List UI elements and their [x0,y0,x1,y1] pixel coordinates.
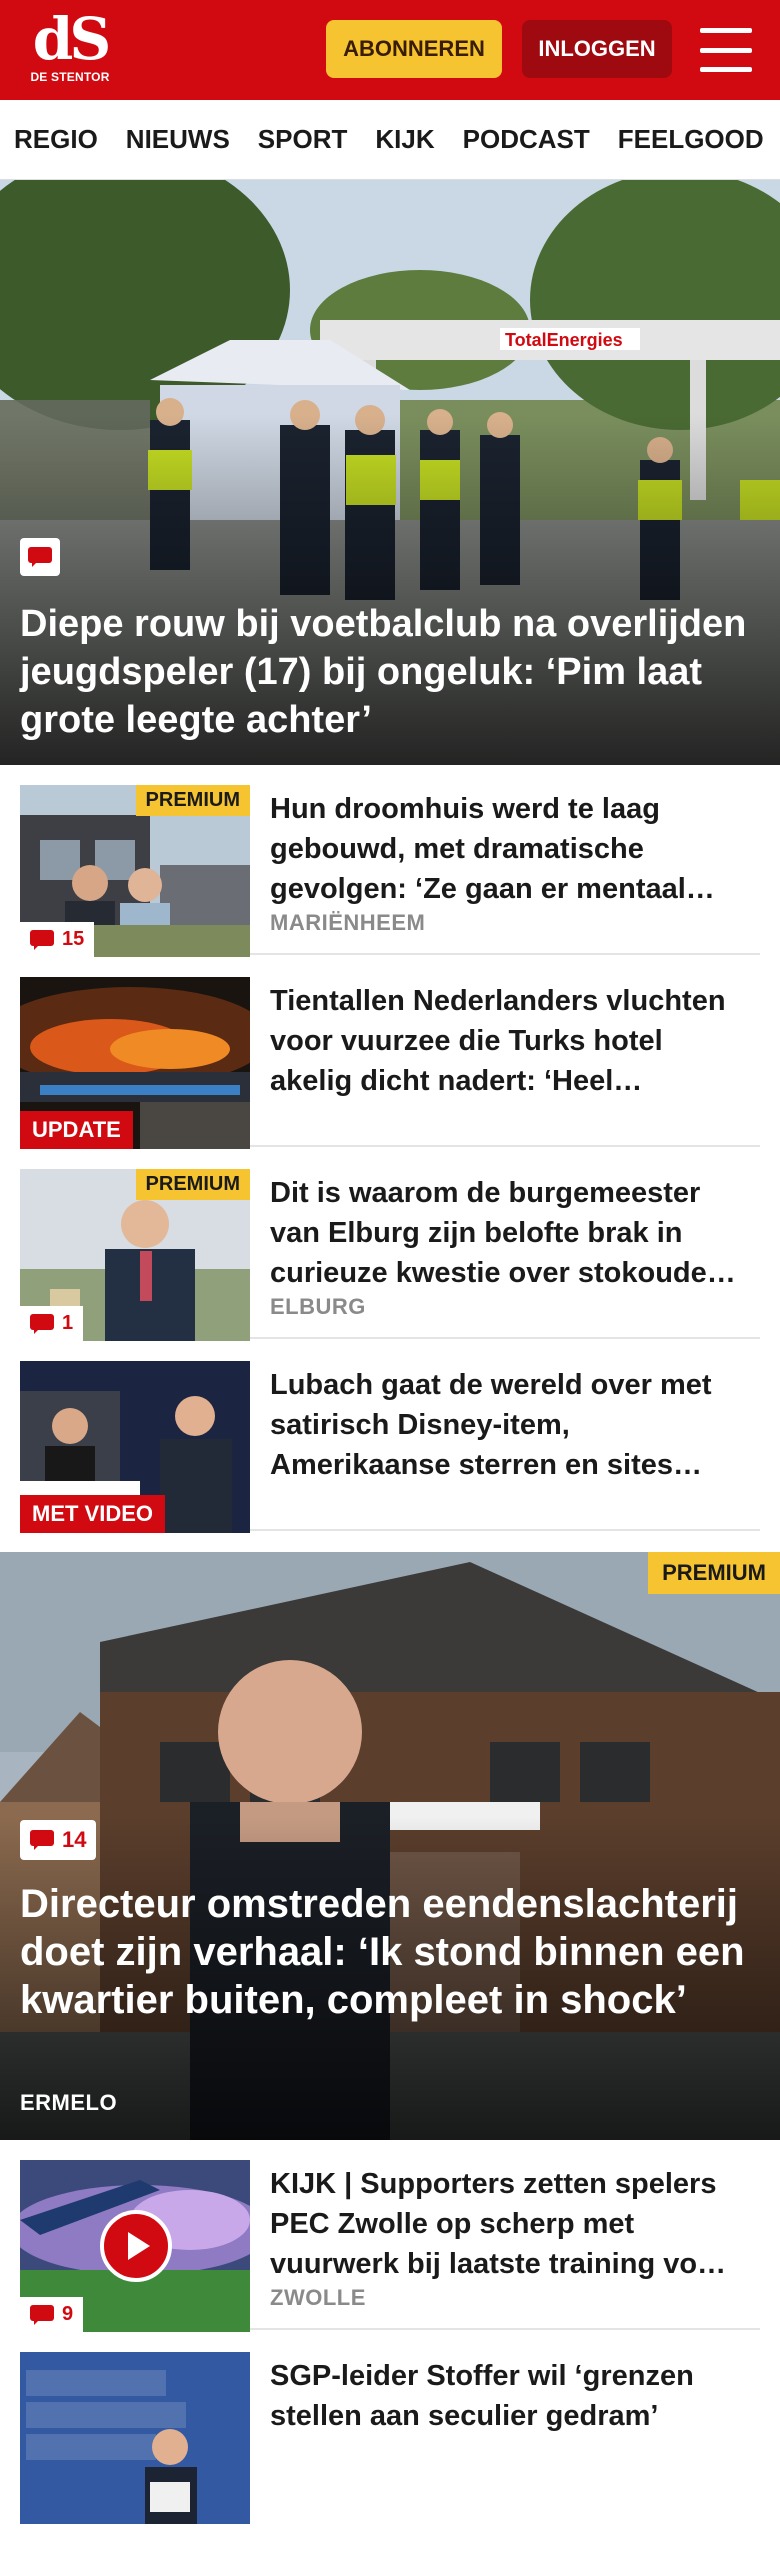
comment-icon [30,1313,54,1334]
comment-count: 9 [62,2303,74,2325]
comment-count: 15 [62,928,85,950]
comment-count-badge: 1 [20,1306,84,1341]
list-item[interactable]: MET VIDEO Lubach gaat de wereld over met… [20,1341,760,1533]
hero-comment-badge [20,538,60,576]
video-badge: MET VIDEO [20,1495,166,1533]
nav-item-nieuws[interactable]: NIEUWS [112,124,244,155]
comment-count: 1 [62,1312,74,1334]
article-location: ZWOLLE [270,2285,366,2310]
feature-article[interactable]: PREMIUM 14 [0,1552,780,2140]
feature-gradient [0,1552,780,2140]
comment-icon [30,929,54,950]
article-thumbnail: PREMIUM 15 [20,785,250,957]
login-button[interactable]: INLOGGEN [522,20,672,78]
nav-item-podcast[interactable]: PODCAST [449,124,604,155]
article-location: ELBURG [270,1294,366,1319]
subscribe-button[interactable]: ABONNEREN [326,20,502,78]
play-icon[interactable] [100,2210,172,2282]
hero-article[interactable]: TotalEnergies [0,180,780,765]
comment-count-badge: 15 [20,922,95,957]
feature-title[interactable]: Directeur omstreden eendenslachte­rij do… [20,1880,760,2024]
nav-item-sport[interactable]: SPORT [244,124,362,155]
article-title[interactable]: Tientallen Nederlanders vluchten voor vu… [270,981,750,1101]
nav-item-feelgood[interactable]: FEELGOOD [604,124,778,155]
comment-count-badge: 9 [20,2297,84,2332]
article-title[interactable]: SGP-leider Stoffer wil ‘grenzen stellen … [270,2356,750,2436]
list-item[interactable]: UPDATE Tientallen Nederlanders vluchten … [20,957,760,1149]
site-logo[interactable]: dS DE STENTOR [22,10,118,90]
premium-badge: PREMIUM [648,1552,780,1594]
nav-item-kijk[interactable]: KIJK [361,124,448,155]
feature-location: ERMELO [20,2090,118,2115]
list-item[interactable]: SGP-leider Stoffer wil ‘grenzen stellen … [20,2332,760,2524]
nav-item-regio[interactable]: REGIO [0,124,112,155]
article-thumbnail: UPDATE [20,977,250,1149]
hamburger-menu-icon[interactable] [700,28,752,72]
hero-title[interactable]: Diepe rouw bij voetbalclub na overlijden… [20,600,760,744]
comment-icon [28,547,52,567]
comment-count: 14 [62,1827,87,1852]
article-thumbnail: MET VIDEO [20,1361,250,1533]
list-item[interactable]: PREMIUM 1 Dit is waarom de burgemeester … [20,1149,760,1341]
article-title[interactable]: Dit is waarom de burgemeester van Elburg… [270,1173,750,1293]
list-item[interactable]: 9 KIJK | Supporters zetten spelers PEC Z… [20,2140,760,2332]
logo-mark: dS [32,5,111,73]
premium-badge: PREMIUM [135,785,250,816]
feature-comment-badge: 14 [20,1820,97,1860]
article-title[interactable]: Lubach gaat de wereld over met satirisch… [270,1365,750,1485]
comment-icon [30,2304,54,2325]
article-location: MARIËNHEEM [270,910,426,935]
site-header: dS DE STENTOR ABONNEREN INLOGGEN [0,0,780,100]
article-thumbnail: PREMIUM 1 [20,1169,250,1341]
comment-icon [30,1830,54,1850]
article-title[interactable]: KIJK | Supporters zetten spelers PEC Zwo… [270,2164,750,2284]
premium-badge: PREMIUM [135,1169,250,1200]
list-item[interactable]: PREMIUM 15 Hun droomhuis werd te laag ge… [20,765,760,957]
section-nav: REGIO NIEUWS SPORT KIJK PODCAST FEELGOOD… [0,100,780,180]
article-title[interactable]: Hun droomhuis werd te laag gebouwd, met … [270,789,750,909]
update-badge: UPDATE [20,1111,133,1149]
logo-name: DE STENTOR [30,70,110,84]
article-thumbnail: 9 [20,2160,250,2332]
article-thumbnail [20,2352,250,2524]
